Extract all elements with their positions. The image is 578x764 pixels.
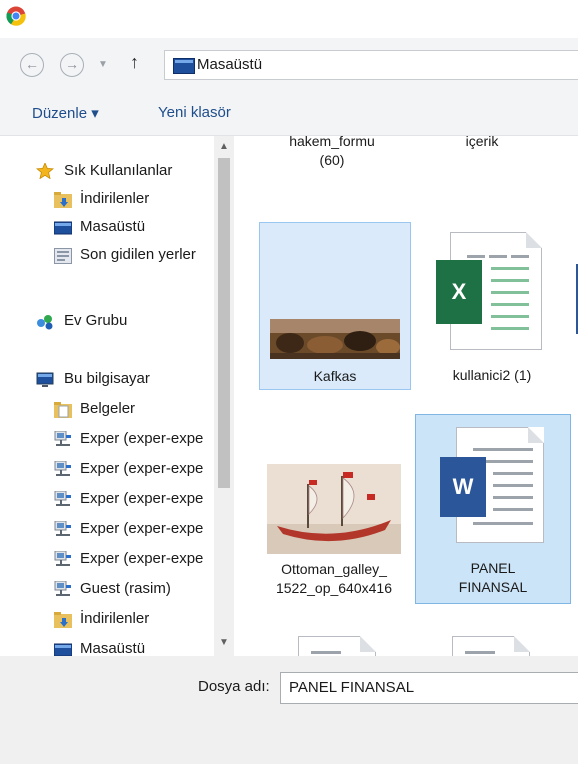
scrollbar-thumb[interactable] [218,158,230,488]
nav-item-network-drive[interactable]: Exper (exper-expe [0,546,230,574]
nav-item-label: Ev Grubu [64,312,128,329]
file-name: PANEL FINANSAL [458,560,528,595]
address-bar[interactable]: Masaüstü [164,50,578,80]
file-name-value: PANEL FINANSAL [289,679,415,696]
desktop-icon [54,643,72,656]
scroll-up-arrow-icon[interactable]: ▲ [217,140,231,154]
nav-item-label: Guest (rasim) [80,580,171,597]
nav-item-desktop[interactable]: Masaüstü [0,636,230,656]
nav-item-network-drive[interactable]: Guest (rasim) [0,576,230,604]
nav-item-recent-places[interactable]: Son gidilen yerler [0,242,230,270]
file-name-input[interactable]: PANEL FINANSAL [280,672,578,704]
document-file-icon[interactable] [452,636,530,656]
image-thumbnail [267,464,401,554]
chrome-icon [6,6,26,26]
up-button[interactable]: ↑ [130,52,139,73]
computer-icon [36,372,54,387]
nav-item-documents[interactable]: Belgeler [0,396,230,424]
back-button[interactable]: ← [20,53,44,77]
file-name: içerik [465,136,499,149]
network-drive-icon [54,461,71,476]
document-file-icon[interactable] [298,636,376,656]
desktop-icon [173,58,195,74]
homegroup-icon [37,315,53,330]
navigation-pane: Sık Kullanılanlar İndirilenler Masaüstü … [0,136,240,656]
word-badge-icon: W [440,457,486,517]
scroll-down-arrow-icon[interactable]: ▼ [217,636,231,650]
image-thumbnail [270,319,400,359]
file-name: kullanici2 (1) [452,367,532,383]
recent-places-icon [54,248,72,264]
nav-item-this-pc[interactable]: Bu bilgisayar [0,366,230,394]
nav-item-label: İndirilenler [80,190,150,207]
downloads-folder-icon [54,192,72,208]
address-location: Masaüstü [197,56,263,73]
network-drive-icon [54,521,71,536]
nav-item-favorites[interactable]: Sık Kullanılanlar [0,158,230,186]
command-bar: Düzenle ▾ Yeni klasör [0,92,578,136]
nav-item-label: Sık Kullanılanlar [64,162,173,179]
nav-item-label: Exper (exper-expe [80,550,204,567]
file-name: Kafkas [313,368,357,384]
documents-folder-icon [54,402,72,418]
downloads-folder-icon [54,612,72,628]
excel-badge-icon: X [436,260,482,324]
desktop-icon [54,221,72,235]
file-item[interactable]: Kafkas [259,222,411,390]
nav-item-label: Exper (exper-expe [80,490,204,507]
nav-item-label: Masaüstü [80,218,146,235]
organize-menu[interactable]: Düzenle ▾ [32,104,99,122]
file-item[interactable]: W PANEL FINANSAL [415,414,571,604]
forward-button[interactable]: → [60,53,84,77]
file-item[interactable]: içerik [412,136,552,172]
file-item[interactable]: X kullanici2 (1) [422,222,562,390]
nav-item-label: Bu bilgisayar [64,370,150,387]
title-bar [0,0,578,38]
nav-item-network-drive[interactable]: Exper (exper-expe [0,516,230,544]
new-folder-button[interactable]: Yeni klasör [158,104,231,121]
file-item[interactable]: Ottoman_galley_ 1522_op_640x416 [259,408,411,608]
nav-item-network-drive[interactable]: Exper (exper-expe [0,486,230,514]
file-name: Ottoman_galley_ 1522_op_640x416 [275,561,392,596]
file-name-label: Dosya adı: [198,678,270,695]
file-list: hakem_formu (60) içerik Kafkas X kullani… [240,136,578,656]
nav-item-downloads[interactable]: İndirilenler [0,186,230,214]
network-drive-icon [54,581,71,596]
nav-item-label: Masaüstü [80,640,146,656]
network-drive-icon [54,551,71,566]
recent-locations-dropdown[interactable]: ▼ [98,59,108,70]
network-drive-icon [54,491,71,506]
nav-item-label: İndirilenler [80,610,150,627]
nav-item-label: Exper (exper-expe [80,520,204,537]
nav-item-label: Exper (exper-expe [80,430,204,447]
file-item[interactable]: hakem_formu (60) [262,136,402,182]
nav-item-label: Belgeler [80,400,136,417]
nav-item-network-drive[interactable]: Exper (exper-expe [0,426,230,454]
nav-item-label: Son gidilen yerler [80,246,196,263]
star-icon [36,163,54,179]
nav-item-homegroup[interactable]: Ev Grubu [0,308,230,336]
nav-item-desktop[interactable]: Masaüstü [0,214,230,242]
nav-item-network-drive[interactable]: Exper (exper-expe [0,456,230,484]
network-drive-icon [54,431,71,446]
file-name: hakem_formu (60) [289,136,375,168]
nav-item-downloads[interactable]: İndirilenler [0,606,230,634]
nav-scrollbar[interactable]: ▲ ▼ [214,136,234,656]
nav-item-label: Exper (exper-expe [80,460,204,477]
